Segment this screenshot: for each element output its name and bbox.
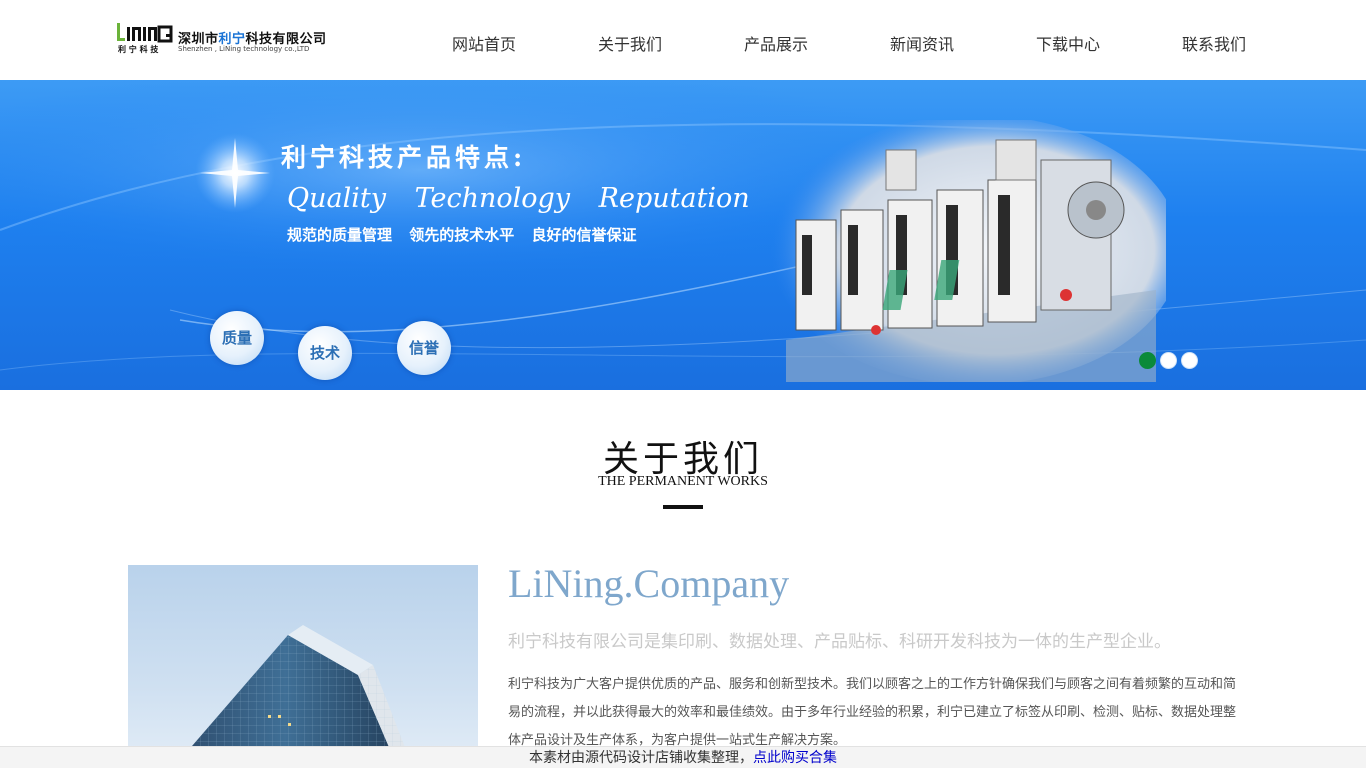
main-nav: 网站首页 关于我们 产品展示 新闻资讯 下载中心 联系我们 bbox=[411, 0, 1287, 80]
slider-dot-3[interactable] bbox=[1181, 352, 1198, 369]
building-icon bbox=[173, 625, 413, 768]
printing-machine-image bbox=[771, 120, 1166, 382]
banner-title: 利宁科技产品特点: bbox=[281, 143, 527, 172]
nav-item-news[interactable]: 新闻资讯 bbox=[849, 0, 995, 80]
badge-reputation: 信誉 bbox=[397, 321, 451, 375]
about-section-subtitle: THE PERMANENT WORKS bbox=[598, 474, 768, 489]
company-description: 利宁科技为广大客户提供优质的产品、服务和创新型技术。我们以顾客之上的工作方针确保… bbox=[508, 677, 1237, 748]
company-building-image bbox=[128, 565, 478, 768]
lining-logo-icon: 利 宁 科 技 bbox=[117, 23, 173, 54]
nav-item-downloads[interactable]: 下载中心 bbox=[995, 0, 1141, 80]
slider-dot-2[interactable] bbox=[1160, 352, 1177, 369]
company-slogan: 利宁科技有限公司是集印刷、数据处理、产品贴标、科研开发科技为一体的生产型企业。 bbox=[508, 632, 1171, 652]
notice-text: 本素材由源代码设计店铺收集整理， bbox=[529, 750, 753, 766]
site-header: 利 宁 科 技 深圳市利宁科技有限公司 Shenzhen , LiNing te… bbox=[0, 0, 1366, 80]
buy-collection-link[interactable]: 点此购买合集 bbox=[753, 750, 837, 766]
company-name-en: Shenzhen , LiNing technology co.,LTD bbox=[178, 45, 310, 53]
site-logo[interactable]: 利 宁 科 技 深圳市利宁科技有限公司 Shenzhen , LiNing te… bbox=[117, 21, 337, 61]
section-divider bbox=[663, 505, 703, 509]
badge-technology: 技术 bbox=[298, 326, 352, 380]
nav-item-contact[interactable]: 联系我们 bbox=[1141, 0, 1287, 80]
logo-mark-sub: 利 宁 科 技 bbox=[117, 44, 159, 54]
slider-dots bbox=[1139, 352, 1198, 369]
nav-item-products[interactable]: 产品展示 bbox=[703, 0, 849, 80]
badge-quality: 质量 bbox=[210, 311, 264, 365]
source-notice-bar: 本素材由源代码设计店铺收集整理，点此购买合集 bbox=[0, 746, 1366, 768]
banner-subtitle: 规范的质量管理 领先的技术水平 良好的信誉保证 bbox=[287, 226, 637, 244]
hero-banner[interactable]: 利宁科技产品特点: Quality Technology Reputation … bbox=[0, 80, 1366, 390]
slider-dot-1[interactable] bbox=[1139, 352, 1156, 369]
nav-item-about[interactable]: 关于我们 bbox=[557, 0, 703, 80]
company-name-heading: LiNing.Company bbox=[508, 561, 790, 606]
banner-slogan: Quality Technology Reputation bbox=[287, 183, 750, 214]
nav-item-home[interactable]: 网站首页 bbox=[411, 0, 557, 80]
